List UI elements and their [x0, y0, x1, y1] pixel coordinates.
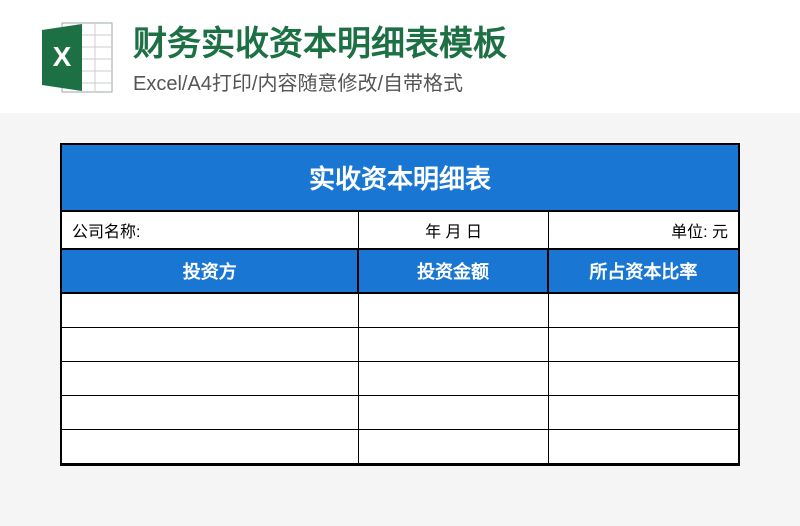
- cell-amount: [359, 430, 548, 463]
- spreadsheet-table: 实收资本明细表 公司名称: 年 月 日 单位: 元 投资方 投资金额 所占资本比…: [60, 143, 740, 466]
- table-row: [62, 396, 738, 430]
- cell-ratio: [549, 294, 738, 327]
- template-subtitle: Excel/A4打印/内容随意修改/自带格式: [133, 70, 507, 98]
- cell-investor: [62, 294, 359, 327]
- template-title: 财务实收资本明细表模板: [133, 22, 507, 66]
- svg-text:X: X: [53, 41, 72, 72]
- cell-investor: [62, 396, 359, 429]
- cell-investor: [62, 328, 359, 361]
- meta-row: 公司名称: 年 月 日 单位: 元: [62, 212, 738, 250]
- table-row: [62, 328, 738, 362]
- cell-amount: [359, 396, 548, 429]
- cell-ratio: [549, 362, 738, 395]
- excel-icon: X: [40, 20, 115, 95]
- cell-ratio: [549, 396, 738, 429]
- cell-amount: [359, 362, 548, 395]
- column-ratio: 所占资本比率: [549, 250, 738, 292]
- table-row: [62, 430, 738, 464]
- column-investor: 投资方: [62, 250, 359, 292]
- column-header-row: 投资方 投资金额 所占资本比率: [62, 250, 738, 294]
- cell-amount: [359, 294, 548, 327]
- table-row: [62, 294, 738, 328]
- company-name-label: 公司名称:: [62, 212, 359, 248]
- cell-investor: [62, 430, 359, 463]
- column-amount: 投资金额: [359, 250, 548, 292]
- header-text-block: 财务实收资本明细表模板 Excel/A4打印/内容随意修改/自带格式: [133, 20, 507, 98]
- cell-ratio: [549, 328, 738, 361]
- cell-ratio: [549, 430, 738, 463]
- table-row: [62, 362, 738, 396]
- sheet-preview: 实收资本明细表 公司名称: 年 月 日 单位: 元 投资方 投资金额 所占资本比…: [0, 113, 800, 466]
- unit-label: 单位: 元: [549, 212, 738, 248]
- template-header: X 财务实收资本明细表模板 Excel/A4打印/内容随意修改/自带格式: [0, 0, 800, 113]
- date-label: 年 月 日: [359, 212, 548, 248]
- cell-investor: [62, 362, 359, 395]
- sheet-title: 实收资本明细表: [62, 145, 738, 212]
- cell-amount: [359, 328, 548, 361]
